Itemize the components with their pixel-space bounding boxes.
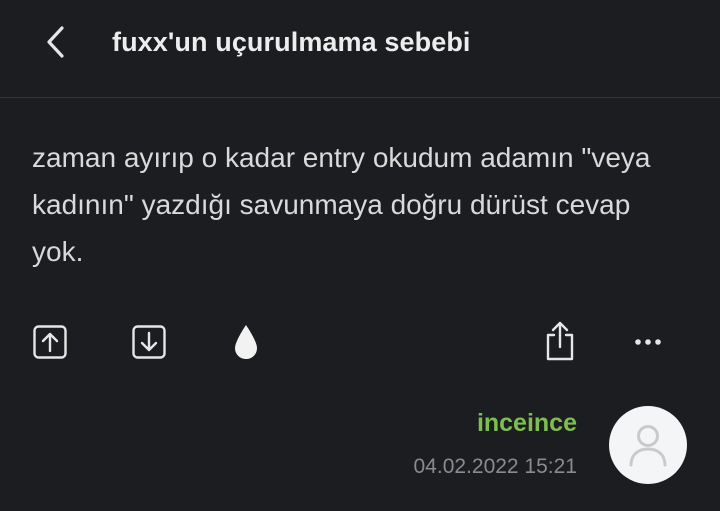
drop-icon (235, 325, 257, 359)
avatar[interactable] (609, 406, 687, 484)
drop-button[interactable] (226, 320, 266, 364)
more-button[interactable] (630, 330, 666, 354)
page-title[interactable]: fuxx'un uçurulmama sebebi (112, 27, 471, 58)
arrow-up-box-icon (33, 325, 67, 359)
share-button[interactable] (540, 318, 580, 364)
chevron-left-icon (47, 26, 64, 58)
entry-date[interactable]: 04.02.2022 15:21 (414, 455, 578, 479)
author-name[interactable]: inceince (477, 409, 577, 438)
back-button[interactable] (36, 22, 76, 62)
downvote-button[interactable] (129, 322, 169, 362)
top-bar: fuxx'un uçurulmama sebebi (0, 0, 720, 98)
more-icon (635, 339, 661, 345)
arrow-down-box-icon (132, 325, 166, 359)
entry-body: zaman ayırıp o kadar entry okudum adamın… (32, 142, 651, 267)
share-icon (546, 321, 574, 361)
upvote-button[interactable] (30, 322, 70, 362)
user-icon (629, 425, 667, 467)
